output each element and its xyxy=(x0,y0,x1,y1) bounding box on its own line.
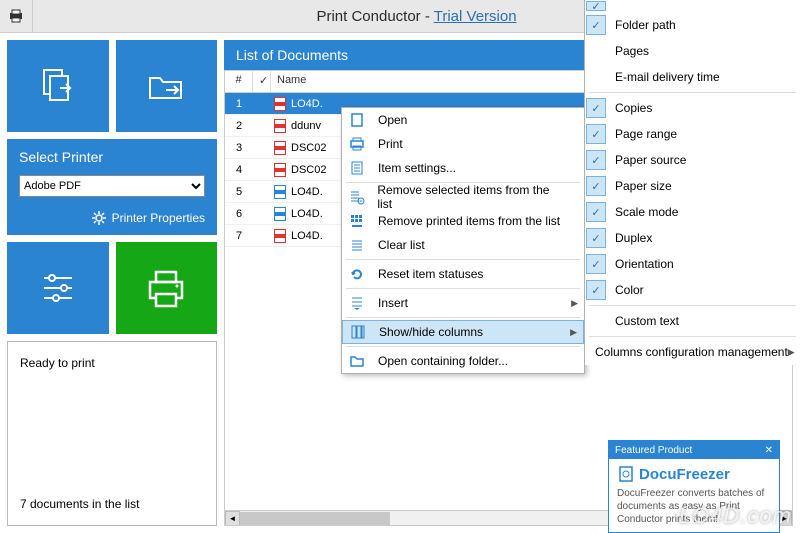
context-menu: Open Print Item settings... Remove selec… xyxy=(341,107,585,374)
print-quick-icon[interactable] xyxy=(0,0,33,33)
printer-properties-link[interactable]: Printer Properties xyxy=(19,211,205,225)
status-ready: Ready to print xyxy=(20,356,204,370)
status-count: 7 documents in the list xyxy=(20,497,204,511)
chevron-right-icon: ▶ xyxy=(788,347,795,358)
columns-submenu: ✓✓Folder pathPagesE-mail delivery time✓C… xyxy=(584,0,800,365)
settings-tile[interactable] xyxy=(7,242,109,334)
sidebar: Select Printer Adobe PDF Printer Propert… xyxy=(7,40,217,526)
column-toggle[interactable]: Pages xyxy=(585,38,800,64)
item-settings-icon xyxy=(346,160,368,176)
col-num[interactable]: # xyxy=(225,71,253,92)
promo-head-label: Featured Product xyxy=(615,445,692,456)
column-toggle[interactable]: ✓Copies xyxy=(585,95,800,121)
trial-version-link[interactable]: Trial Version xyxy=(434,8,517,25)
folder-open-icon xyxy=(346,353,368,369)
insert-icon xyxy=(346,295,368,311)
printer-icon xyxy=(142,264,190,312)
select-printer-label: Select Printer xyxy=(19,149,205,165)
column-toggle[interactable]: Custom text xyxy=(585,308,800,334)
status-panel: Ready to print 7 documents in the list xyxy=(7,341,217,526)
ctx-reset[interactable]: Reset item statuses xyxy=(342,262,584,286)
ctx-item-settings[interactable]: Item settings... xyxy=(342,156,584,180)
printer-select[interactable]: Adobe PDF xyxy=(19,175,205,197)
clear-list-icon xyxy=(346,237,368,253)
col-check[interactable]: ✓ xyxy=(253,71,271,92)
printer-properties-label: Printer Properties xyxy=(112,211,205,225)
printer-panel: Select Printer Adobe PDF Printer Propert… xyxy=(7,139,217,235)
column-toggle[interactable]: ✓Paper source xyxy=(585,147,800,173)
add-documents-tile[interactable] xyxy=(7,40,109,132)
sliders-icon xyxy=(36,266,80,310)
scroll-left-button[interactable]: ◄ xyxy=(225,511,240,526)
chevron-right-icon: ▶ xyxy=(571,298,578,309)
column-toggle[interactable]: ✓Paper size xyxy=(585,173,800,199)
add-folder-tile[interactable] xyxy=(116,40,218,132)
start-print-tile[interactable] xyxy=(116,242,218,334)
open-doc-icon xyxy=(346,112,368,128)
columns-config[interactable]: Columns configuration management ▶ xyxy=(585,339,800,365)
documents-icon xyxy=(36,64,80,108)
docufreezer-icon xyxy=(617,465,635,483)
ctx-open[interactable]: Open xyxy=(342,108,584,132)
column-toggle[interactable]: ✓Duplex xyxy=(585,225,800,251)
chevron-right-icon: ▶ xyxy=(570,327,577,338)
column-toggle[interactable]: ✓Orientation xyxy=(585,251,800,277)
ctx-print[interactable]: Print xyxy=(342,132,584,156)
column-toggle[interactable]: ✓Page range xyxy=(585,121,800,147)
ctx-remove-printed[interactable]: Remove printed items from the list xyxy=(342,209,584,233)
remove-printed-icon xyxy=(346,213,368,229)
reset-icon xyxy=(346,266,368,282)
column-toggle[interactable]: ✓Folder path xyxy=(585,12,800,38)
app-name: Print Conductor - xyxy=(316,8,433,25)
ctx-show-hide-columns[interactable]: Show/hide columns▶ xyxy=(342,320,584,344)
ctx-insert[interactable]: Insert▶ xyxy=(342,291,584,315)
ctx-remove-selected[interactable]: Remove selected items from the list xyxy=(342,185,584,209)
remove-selected-icon xyxy=(346,189,367,205)
ctx-clear[interactable]: Clear list xyxy=(342,233,584,257)
print-icon xyxy=(346,136,368,152)
columns-icon xyxy=(347,324,369,340)
column-toggle[interactable]: ✓Color xyxy=(585,277,800,303)
ctx-open-folder[interactable]: Open containing folder... xyxy=(342,349,584,373)
gear-icon xyxy=(92,211,106,225)
promo-close-button[interactable]: ✕ xyxy=(765,445,773,456)
watermark: LO4D.com xyxy=(679,503,792,529)
column-toggle[interactable]: ✓Scale mode xyxy=(585,199,800,225)
column-toggle[interactable]: E-mail delivery time xyxy=(585,64,800,90)
folder-icon xyxy=(144,64,188,108)
promo-title[interactable]: DocuFreezer xyxy=(617,465,771,483)
